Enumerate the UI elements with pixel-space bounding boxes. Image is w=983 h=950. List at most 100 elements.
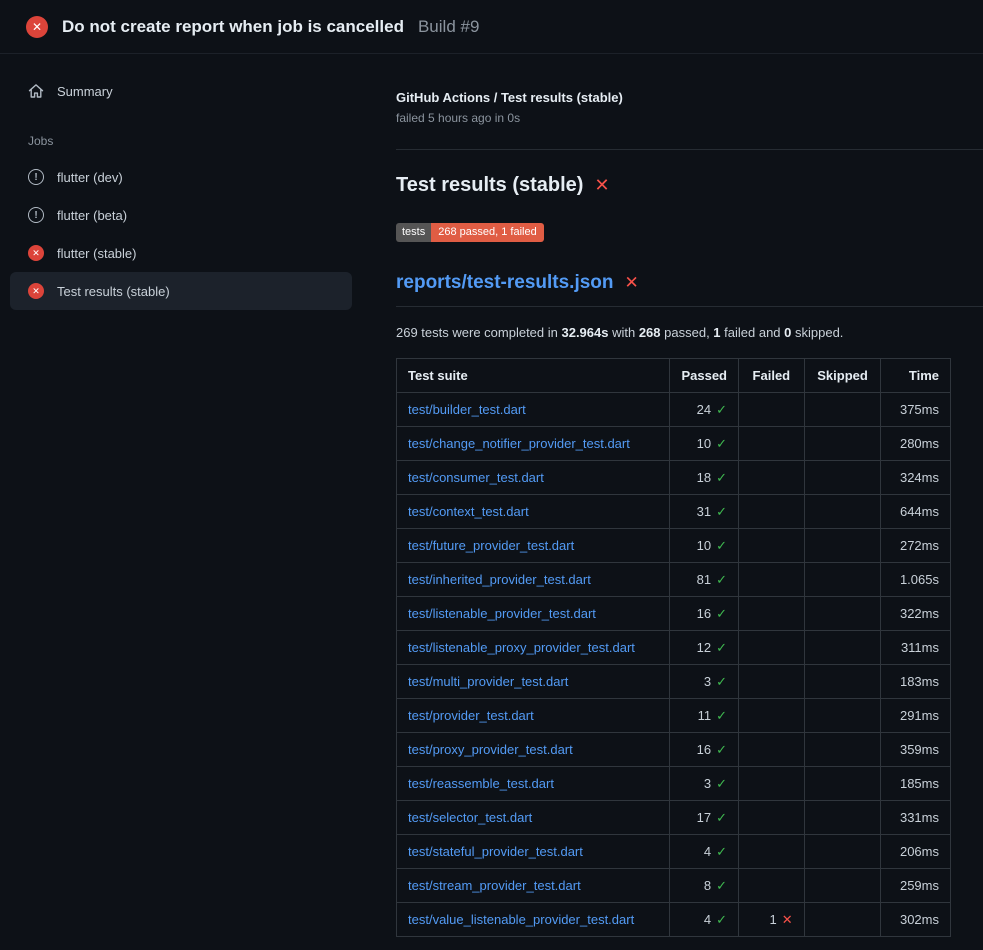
check-icon: ✓: [716, 470, 727, 485]
col-header-skipped: Skipped: [804, 359, 881, 393]
suite-link[interactable]: test/stream_provider_test.dart: [408, 878, 581, 893]
summary-line: 269 tests were completed in 32.964s with…: [396, 325, 983, 340]
failed-cell: [739, 427, 805, 461]
breadcrumb: GitHub Actions / Test results (stable): [396, 90, 983, 105]
skipped-cell: [804, 699, 881, 733]
check-icon: ✓: [716, 708, 727, 723]
table-header-row: Test suite Passed Failed Skipped Time: [397, 359, 951, 393]
check-icon: ✓: [716, 844, 727, 859]
suite-cell: test/future_provider_test.dart: [397, 529, 670, 563]
count-value: 3: [704, 674, 711, 689]
passed-cell: 24✓: [670, 393, 739, 427]
failed-cell: [739, 529, 805, 563]
skipped-cell: [804, 597, 881, 631]
count-value: 1: [770, 912, 777, 927]
table-row: test/consumer_test.dart 18 ✓ 324ms: [397, 461, 951, 495]
failed-x-icon: ✕: [625, 273, 639, 293]
badge-label: tests: [396, 223, 431, 242]
count-value: 17: [697, 810, 711, 825]
tests-badge: tests 268 passed, 1 failed: [396, 223, 544, 242]
suite-cell: test/stream_provider_test.dart: [397, 869, 670, 903]
time-cell: 311ms: [881, 631, 951, 665]
suite-link[interactable]: test/reassemble_test.dart: [408, 776, 554, 791]
skipped-cell: [804, 767, 881, 801]
run-header: ✕ Do not create report when job is cance…: [0, 0, 983, 54]
suite-cell: test/builder_test.dart: [397, 393, 670, 427]
summary-duration: 32.964s: [561, 325, 608, 340]
time-cell: 359ms: [881, 733, 951, 767]
passed-cell: 4✓: [670, 835, 739, 869]
skipped-cell: [804, 903, 881, 937]
suite-cell: test/value_listenable_provider_test.dart: [397, 903, 670, 937]
sidebar-item-flutter-dev[interactable]: ! flutter (dev): [10, 158, 352, 196]
failed-cell: [739, 869, 805, 903]
skipped-cell: [804, 835, 881, 869]
sidebar-item-summary[interactable]: Summary: [10, 74, 352, 108]
suite-cell: test/change_notifier_provider_test.dart: [397, 427, 670, 461]
failed-status-icon: ✕: [26, 16, 48, 38]
skipped-cell: [804, 563, 881, 597]
check-icon: ✓: [716, 504, 727, 519]
sidebar-item-test-results-stable[interactable]: ✕ Test results (stable): [10, 272, 352, 310]
suite-link[interactable]: test/listenable_proxy_provider_test.dart: [408, 640, 635, 655]
suite-link[interactable]: test/builder_test.dart: [408, 402, 526, 417]
failed-cell: [739, 393, 805, 427]
check-icon: ✓: [716, 640, 727, 655]
suite-link[interactable]: test/proxy_provider_test.dart: [408, 742, 573, 757]
count-value: 10: [697, 436, 711, 451]
sidebar-summary-label: Summary: [57, 84, 113, 99]
count-value: 18: [697, 470, 711, 485]
table-row: test/listenable_provider_test.dart 16✓ 3…: [397, 597, 951, 631]
suite-link[interactable]: test/provider_test.dart: [408, 708, 534, 723]
suite-link[interactable]: test/stateful_provider_test.dart: [408, 844, 583, 859]
check-icon: ✓: [716, 742, 727, 757]
time-cell: 331ms: [881, 801, 951, 835]
run-title: Do not create report when job is cancell…: [62, 17, 404, 37]
time-cell: 324ms: [881, 461, 951, 495]
failed-status-icon: ✕: [28, 245, 44, 261]
sidebar-item-flutter-beta[interactable]: ! flutter (beta): [10, 196, 352, 234]
suite-link[interactable]: test/context_test.dart: [408, 504, 529, 519]
section-title: Test results (stable) ✕: [396, 174, 983, 197]
suite-cell: test/provider_test.dart: [397, 699, 670, 733]
suite-link[interactable]: test/change_notifier_provider_test.dart: [408, 436, 630, 451]
time-cell: 206ms: [881, 835, 951, 869]
sidebar-item-flutter-stable[interactable]: ✕ flutter (stable): [10, 234, 352, 272]
count-value: 81: [697, 572, 711, 587]
time-cell: 183ms: [881, 665, 951, 699]
suite-link[interactable]: test/future_provider_test.dart: [408, 538, 574, 553]
check-icon: ✓: [716, 912, 727, 927]
summary-skipped-word: skipped.: [791, 325, 843, 340]
suite-link[interactable]: test/selector_test.dart: [408, 810, 532, 825]
check-icon: ✓: [716, 436, 727, 451]
table-row: test/multi_provider_test.dart 3✓ 183ms: [397, 665, 951, 699]
suite-link[interactable]: test/multi_provider_test.dart: [408, 674, 568, 689]
section-title-text: Test results (stable): [396, 174, 583, 197]
passed-cell: 17✓: [670, 801, 739, 835]
suite-cell: test/selector_test.dart: [397, 801, 670, 835]
failed-cell: [739, 461, 805, 495]
time-cell: 280ms: [881, 427, 951, 461]
badge-value: 268 passed, 1 failed: [431, 223, 543, 242]
failed-x-icon: ✕: [594, 175, 609, 196]
suite-link[interactable]: test/consumer_test.dart: [408, 470, 544, 485]
suite-link[interactable]: test/inherited_provider_test.dart: [408, 572, 591, 587]
table-row: test/reassemble_test.dart 3✓ 185ms: [397, 767, 951, 801]
suite-cell: test/context_test.dart: [397, 495, 670, 529]
main-content: GitHub Actions / Test results (stable) f…: [380, 54, 983, 937]
table-row: test/value_listenable_provider_test.dart…: [397, 903, 951, 937]
time-cell: 272ms: [881, 529, 951, 563]
passed-cell: 3✓: [670, 665, 739, 699]
failed-cell: [739, 597, 805, 631]
jobs-heading: Jobs: [28, 134, 352, 148]
suite-link[interactable]: test/listenable_provider_test.dart: [408, 606, 596, 621]
neutral-status-icon: !: [28, 169, 44, 185]
table-row: test/listenable_proxy_provider_test.dart…: [397, 631, 951, 665]
skipped-cell: [804, 733, 881, 767]
suite-link[interactable]: test/value_listenable_provider_test.dart: [408, 912, 634, 927]
report-file-link[interactable]: reports/test-results.json: [396, 272, 614, 294]
skipped-cell: [804, 427, 881, 461]
passed-cell: 10✓: [670, 529, 739, 563]
time-cell: 302ms: [881, 903, 951, 937]
time-cell: 185ms: [881, 767, 951, 801]
